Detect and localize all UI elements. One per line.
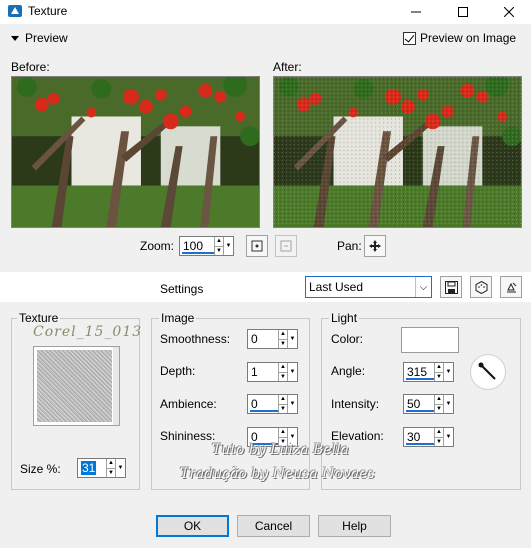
shininess-label: Shininess: [160, 429, 216, 443]
close-icon[interactable] [486, 0, 531, 24]
zoom-fit-icon [251, 240, 263, 252]
elevation-value[interactable]: 30 [404, 428, 434, 446]
chevron-down-icon[interactable]: ⌵ [415, 277, 431, 297]
reset-button[interactable] [500, 276, 522, 298]
texture-thumbnail [37, 350, 112, 422]
depth-arrows[interactable]: ▲ ▼ [278, 363, 287, 381]
save-preset-button[interactable] [440, 276, 462, 298]
intensity-arrows[interactable]: ▲ ▼ [434, 395, 443, 413]
depth-dropdown-icon[interactable]: ▼ [287, 363, 297, 381]
after-label: After: [273, 60, 302, 74]
watermark-traducao: Tradução by Neusa Novaes [180, 466, 375, 482]
size-dropdown-icon[interactable]: ▼ [115, 459, 125, 477]
texture-scrollbar[interactable] [113, 347, 119, 425]
preset-value: Last Used [309, 280, 364, 294]
collapse-arrow-icon [11, 35, 19, 41]
maximize-icon[interactable] [440, 0, 486, 24]
zoom-arrows[interactable]: ▲ ▼ [214, 237, 223, 255]
angle-dial[interactable] [470, 354, 506, 390]
smoothness-dropdown-icon[interactable]: ▼ [287, 330, 297, 348]
color-label: Color: [331, 332, 364, 346]
preview-on-image-checkbox[interactable]: Preview on Image [403, 31, 516, 45]
depth-value[interactable]: 1 [248, 363, 278, 381]
ambience-dropdown-icon[interactable]: ▼ [287, 395, 297, 413]
settings-label: Settings [160, 282, 204, 296]
texture-group-title: Texture [17, 311, 61, 325]
smoothness-value[interactable]: 0 [248, 330, 278, 348]
intensity-stepper[interactable]: 50 ▲ ▼ ▼ [403, 394, 454, 414]
zoom-value[interactable]: 100 [180, 237, 214, 255]
preview-toggle-label: Preview [25, 31, 68, 45]
texture-preset-name: Corel_15_013 [33, 324, 143, 340]
before-label: Before: [11, 60, 50, 74]
preview-toggle[interactable]: Preview [11, 31, 68, 45]
depth-label: Depth: [160, 364, 196, 378]
angle-arrows[interactable]: ▲ ▼ [434, 363, 443, 381]
preview-on-image-label: Preview on Image [420, 31, 517, 45]
angle-dial-icon [478, 362, 496, 380]
angle-value[interactable]: 315 [404, 363, 434, 381]
ambience-arrows[interactable]: ▲ ▼ [278, 395, 287, 413]
watermark-tuto: Tuto by Luiza Bella [212, 442, 350, 458]
image-group-title: Image [159, 311, 197, 325]
tree-photo-before [12, 77, 259, 227]
angle-label: Angle: [331, 364, 366, 378]
angle-dropdown-icon[interactable]: ▼ [443, 363, 453, 381]
intensity-value[interactable]: 50 [404, 395, 434, 413]
angle-stepper[interactable]: 315 ▲ ▼ ▼ [403, 362, 454, 382]
intensity-dropdown-icon[interactable]: ▼ [443, 395, 453, 413]
intensity-label: Intensity: [331, 397, 380, 411]
texture-swatch[interactable] [33, 346, 120, 426]
after-preview-image[interactable] [273, 76, 522, 228]
zoom-actual-button[interactable] [275, 235, 297, 257]
pan-button[interactable] [364, 235, 386, 257]
elevation-stepper[interactable]: 30 ▲ ▼ ▼ [403, 427, 454, 447]
randomize-button[interactable] [470, 276, 492, 298]
zoom-actual-icon [280, 240, 292, 252]
size-stepper[interactable]: 31 ▲ ▼ ▼ [77, 458, 126, 478]
depth-stepper[interactable]: 1 ▲ ▼ ▼ [247, 362, 298, 382]
dice-icon [475, 280, 487, 294]
zoom-fit-button[interactable] [246, 235, 268, 257]
pan-label: Pan: [337, 239, 362, 253]
window-title: Texture [28, 4, 68, 18]
size-arrows[interactable]: ▲ ▼ [106, 459, 115, 477]
ambience-value[interactable]: 0 [248, 395, 278, 413]
elevation-label: Elevation: [331, 429, 384, 443]
zoom-dropdown-icon[interactable]: ▼ [223, 237, 233, 255]
pan-move-icon [369, 240, 381, 252]
ambience-label: Ambience: [160, 397, 217, 411]
minimize-icon[interactable] [393, 0, 439, 24]
checkbox-checked-icon[interactable] [403, 31, 416, 45]
zoom-stepper[interactable]: 100 ▲ ▼ ▼ [179, 236, 234, 256]
help-button[interactable]: Help [318, 515, 391, 537]
cancel-button[interactable]: Cancel [237, 515, 310, 537]
elevation-dropdown-icon[interactable]: ▼ [443, 428, 453, 446]
smoothness-stepper[interactable]: 0 ▲ ▼ ▼ [247, 329, 298, 349]
before-preview-image[interactable] [11, 76, 260, 228]
zoom-label: Zoom: [140, 239, 175, 253]
light-group-title: Light [329, 311, 360, 325]
ambience-stepper[interactable]: 0 ▲ ▼ ▼ [247, 394, 298, 414]
smoothness-label: Smoothness: [160, 332, 231, 346]
light-color-swatch[interactable] [401, 327, 459, 353]
preset-combobox[interactable]: Last Used ⌵ [305, 276, 432, 298]
elevation-arrows[interactable]: ▲ ▼ [434, 428, 443, 446]
ok-button[interactable]: OK [156, 515, 229, 537]
tree-photo-after [274, 77, 521, 227]
size-label: Size %: [20, 462, 61, 476]
paintshop-app-icon [8, 5, 22, 17]
size-value[interactable]: 31 [78, 459, 106, 477]
save-disk-icon [444, 280, 458, 294]
reset-icon [506, 282, 516, 292]
smoothness-arrows[interactable]: ▲ ▼ [278, 330, 287, 348]
